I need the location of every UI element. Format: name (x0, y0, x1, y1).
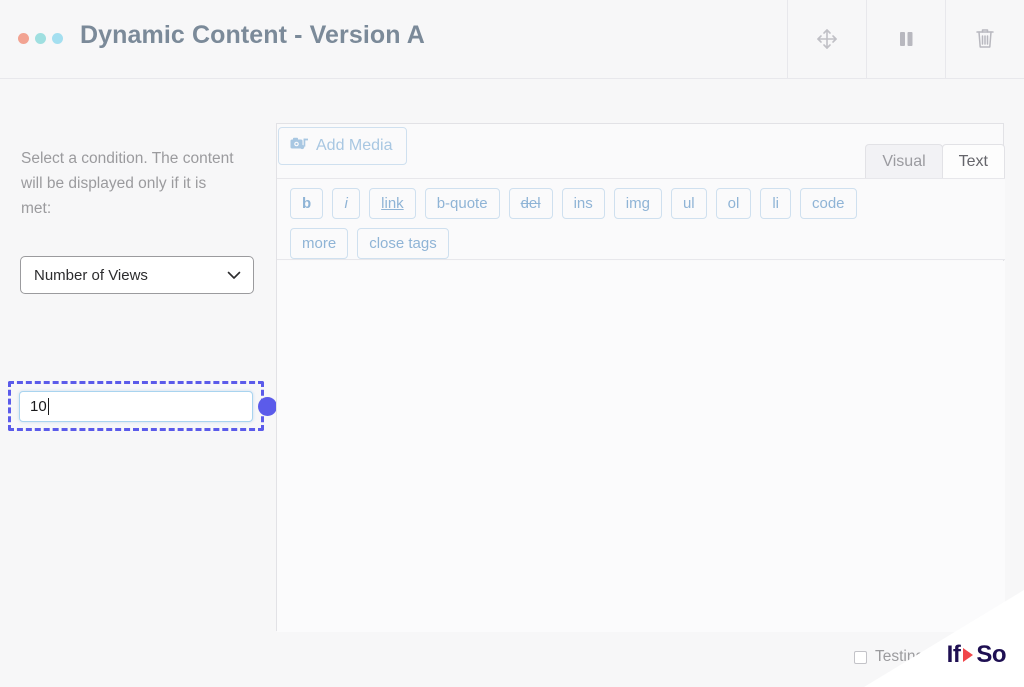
condition-select[interactable]: Number of Views (20, 256, 254, 294)
pause-button[interactable] (866, 0, 945, 78)
add-media-button[interactable]: Add Media (278, 127, 407, 165)
condition-value-text: 10 (30, 398, 47, 415)
dot-blue-icon (52, 33, 63, 44)
quicktag-ins[interactable]: ins (561, 188, 605, 219)
text-caret (47, 398, 49, 415)
chevron-down-icon (227, 271, 241, 279)
ifso-logo: If So (946, 641, 1007, 669)
page-title: Dynamic Content - Version A (80, 21, 425, 49)
condition-sidebar: Select a condition. The content will be … (0, 79, 338, 687)
logo-triangle-icon (963, 648, 974, 662)
quicktag-link[interactable]: link (369, 188, 416, 219)
status-dots (18, 33, 63, 44)
quicktag-img[interactable]: img (613, 188, 662, 219)
content-editor: Add Media Visual Text b i link b-quote del in… (276, 123, 1005, 632)
quicktag-more[interactable]: more (290, 228, 349, 259)
quicktag-ul[interactable]: ul (670, 188, 707, 219)
quicktag-i[interactable]: i (332, 188, 361, 219)
move-handle[interactable] (787, 0, 866, 78)
dot-teal-icon (35, 33, 46, 44)
delete-button[interactable] (945, 0, 1024, 78)
app-header: Dynamic Content - Version A (0, 0, 1024, 79)
tab-visual[interactable]: Visual (865, 144, 943, 178)
editor-text-area[interactable] (277, 261, 1005, 632)
quicktag-b[interactable]: b (290, 188, 324, 219)
logo-text-so: So (976, 641, 1006, 668)
quicktag-del[interactable]: del (508, 188, 553, 219)
pause-icon (900, 32, 913, 46)
condition-select-value: Number of Views (34, 266, 148, 284)
dot-red-icon (18, 33, 29, 44)
condition-value-input[interactable]: 10 (19, 391, 253, 422)
sidebar-description: Select a condition. The content will be … (21, 150, 234, 217)
quicktag-b-quote[interactable]: b-quote (424, 188, 500, 219)
move-arrows-icon (817, 29, 837, 49)
header-actions (787, 0, 1024, 78)
quicktag-close-tags[interactable]: close tags (357, 228, 449, 259)
editor-media-row: Add Media Visual Text (277, 124, 1005, 178)
logo-text-if: If (946, 641, 961, 668)
add-media-label: Add Media (316, 137, 393, 154)
trash-icon (976, 29, 994, 48)
quicktags-toolbar: b i link b-quote del ins img ul ol li code more clos… (277, 178, 1005, 260)
tab-text[interactable]: Text (941, 144, 1005, 178)
quicktag-li[interactable]: li (760, 188, 791, 219)
quicktag-ol[interactable]: ol (715, 188, 752, 219)
media-camera-icon (290, 137, 308, 149)
checkbox-icon (854, 650, 867, 664)
app-root: Dynamic Content - Version A Select a con… (0, 0, 1024, 687)
editor-mode-tabs: Visual Text (865, 124, 1005, 178)
quicktag-code[interactable]: code (800, 188, 857, 219)
